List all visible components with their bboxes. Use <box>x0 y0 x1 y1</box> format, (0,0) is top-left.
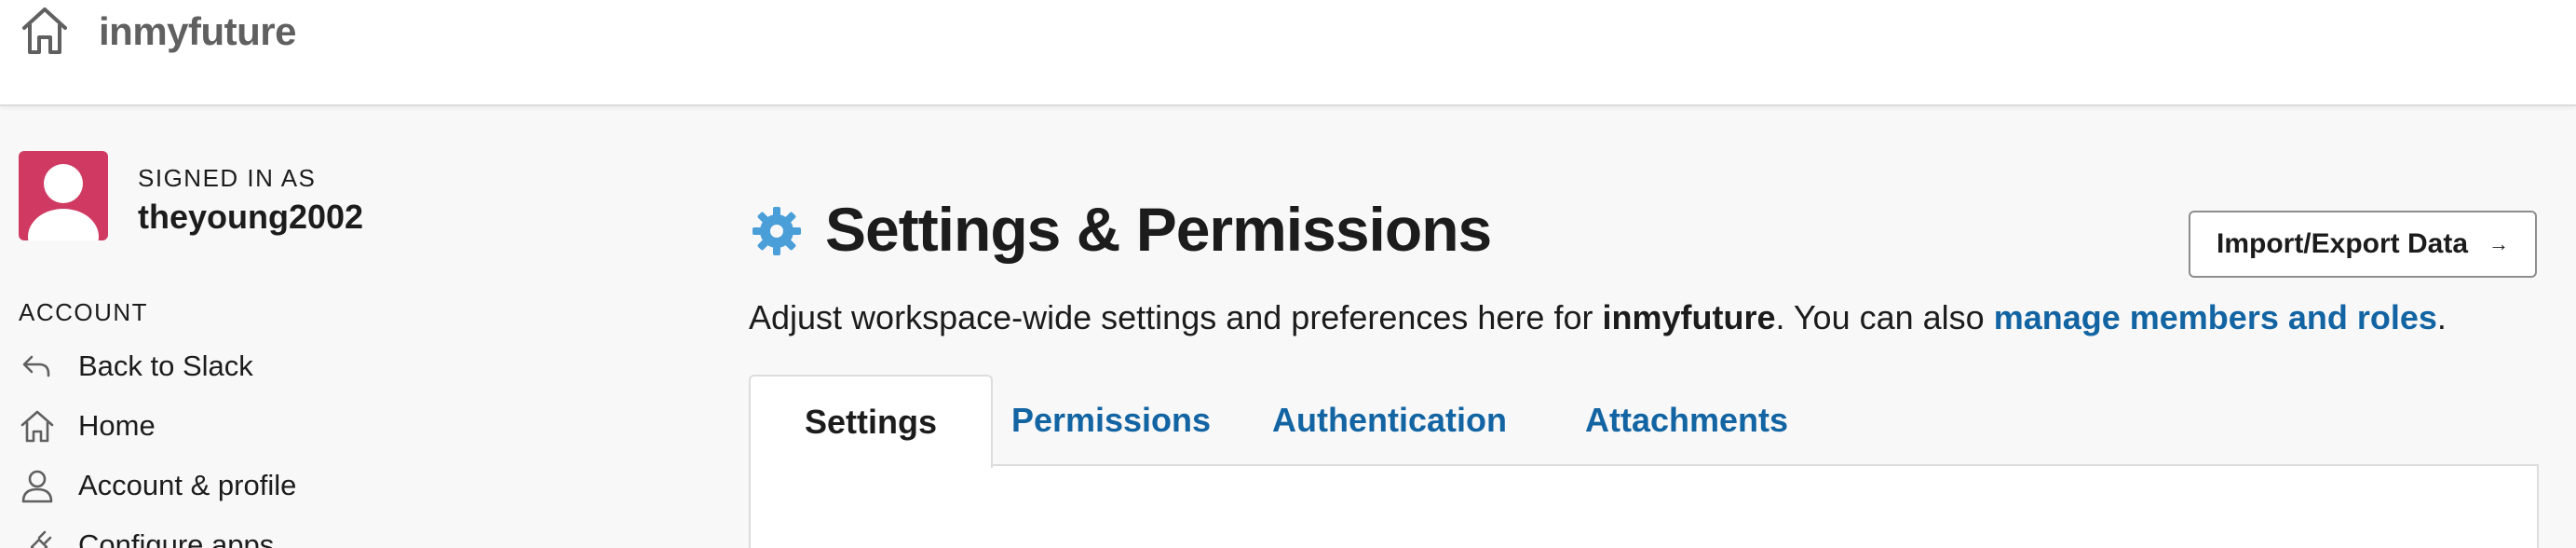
sidebar-item-label: Account & profile <box>78 469 297 501</box>
person-icon <box>19 467 56 504</box>
sidebar-item-label: Configure apps <box>78 528 275 548</box>
plug-icon <box>19 527 56 548</box>
page-description: Adjust workspace-wide settings and prefe… <box>749 298 2447 337</box>
username: theyoung2002 <box>138 198 364 236</box>
tab-permissions[interactable]: Permissions <box>993 375 1229 466</box>
description-text: . <box>2436 298 2447 336</box>
settings-tabs: Settings Permissions Authentication Atta… <box>749 375 2539 468</box>
description-text: Adjust workspace-wide settings and prefe… <box>749 298 1603 336</box>
sidebar-item-label: Back to Slack <box>78 349 253 382</box>
workspace-name[interactable]: inmyfuture <box>99 9 297 54</box>
page-title: Settings & Permissions <box>825 195 1492 264</box>
avatar[interactable] <box>19 151 108 240</box>
import-export-label: Import/Export Data <box>2216 228 2469 259</box>
home-icon <box>19 407 56 445</box>
tab-attachments[interactable]: Attachments <box>1550 375 1824 466</box>
sidebar-item-home[interactable]: Home <box>19 403 671 449</box>
sidebar-item-configure-apps[interactable]: Configure apps <box>19 522 671 548</box>
tab-settings[interactable]: Settings <box>749 375 993 468</box>
sidebar: SIGNED IN AS theyoung2002 ACCOUNT Back t… <box>0 108 708 548</box>
top-bar: inmyfuture <box>0 0 2576 106</box>
description-text: . You can also <box>1775 298 1994 336</box>
tab-authentication[interactable]: Authentication <box>1229 375 1550 466</box>
home-icon[interactable] <box>19 4 71 56</box>
manage-members-link[interactable]: manage members and roles <box>1994 298 2437 336</box>
import-export-button[interactable]: Import/Export Data → <box>2189 211 2537 278</box>
signed-in-label: SIGNED IN AS <box>138 164 317 192</box>
gear-icon <box>751 205 803 257</box>
sidebar-item-back-to-slack[interactable]: Back to Slack <box>19 343 671 390</box>
sidebar-item-label: Home <box>78 409 156 442</box>
arrow-right-icon: → <box>2488 232 2510 255</box>
description-workspace-name: inmyfuture <box>1602 298 1776 336</box>
back-arrow-icon <box>19 348 56 385</box>
account-section-title: ACCOUNT <box>19 298 149 326</box>
sidebar-item-account-profile[interactable]: Account & profile <box>19 462 671 509</box>
settings-panel <box>749 466 2539 548</box>
